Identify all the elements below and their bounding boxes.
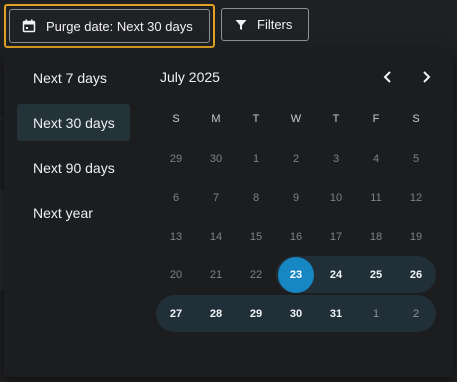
weekday-header: T [252, 113, 260, 125]
date-picker-panel: Next 7 days Next 30 days Next 90 days Ne… [4, 51, 453, 377]
calendar-day[interactable]: 16 [276, 218, 316, 255]
preset-label: Next 90 days [33, 159, 115, 176]
month-title: July 2025 [160, 69, 220, 85]
calendar-day[interactable]: 4 [356, 140, 396, 177]
calendar-day[interactable]: 5 [396, 140, 436, 177]
calendar-day[interactable]: 22 [236, 256, 276, 293]
chevron-right-icon [421, 71, 431, 83]
calendar-day[interactable]: 1 [236, 140, 276, 177]
purge-date-label: Purge date: Next 30 days [46, 18, 193, 34]
preset-next-90-days[interactable]: Next 90 days [17, 149, 130, 186]
selected-day-label: 23 [278, 256, 314, 293]
calendar-day[interactable]: 20 [156, 256, 196, 293]
weekday-header: S [172, 113, 180, 125]
calendar-day[interactable]: 27 [156, 295, 196, 332]
calendar-day[interactable]: 1 [356, 295, 396, 332]
calendar-day[interactable]: 17 [316, 218, 356, 255]
calendar-day[interactable]: 19 [396, 218, 436, 255]
preset-label: Next year [33, 204, 93, 221]
calendar-day[interactable]: 9 [276, 179, 316, 216]
calendar-day[interactable]: 29 [156, 140, 196, 177]
calendar-day[interactable]: 6 [156, 179, 196, 216]
calendar-day[interactable]: 15 [236, 218, 276, 255]
calendar-day[interactable]: 8 [236, 179, 276, 216]
calendar-day[interactable]: 7 [196, 179, 236, 216]
preset-next-7-days[interactable]: Next 7 days [17, 59, 130, 96]
previous-month-button[interactable] [376, 65, 400, 89]
calendar-day[interactable]: 31 [316, 295, 356, 332]
purge-date-button[interactable]: Purge date: Next 30 days [4, 4, 215, 48]
calendar-day[interactable]: 12 [396, 179, 436, 216]
filters-button[interactable]: Filters [221, 8, 309, 41]
next-month-button[interactable] [414, 65, 438, 89]
weekday-header: T [332, 113, 340, 125]
calendar-day[interactable]: 29 [236, 295, 276, 332]
preset-label: Next 7 days [33, 69, 107, 86]
calendar-day[interactable]: 24 [316, 256, 356, 293]
weekday-header: M [211, 113, 221, 125]
weekday-header: W [290, 113, 302, 125]
filter-funnel-icon [235, 19, 247, 31]
calendar-day[interactable]: 18 [356, 218, 396, 255]
calendar-icon [22, 19, 36, 33]
calendar-day-selected[interactable]: 23 [276, 256, 316, 293]
calendar-day[interactable]: 3 [316, 140, 356, 177]
calendar-day[interactable]: 2 [396, 295, 436, 332]
weekday-header: F [372, 113, 380, 125]
weekday-header: S [412, 113, 420, 125]
calendar-day[interactable]: 11 [356, 179, 396, 216]
calendar-day[interactable]: 30 [276, 295, 316, 332]
calendar-day[interactable]: 25 [356, 256, 396, 293]
calendar-day[interactable]: 10 [316, 179, 356, 216]
calendar-day[interactable]: 13 [156, 218, 196, 255]
preset-next-30-days[interactable]: Next 30 days [17, 104, 130, 141]
calendar-day[interactable]: 14 [196, 218, 236, 255]
calendar-day[interactable]: 2 [276, 140, 316, 177]
chevron-left-icon [383, 71, 393, 83]
calendar-day[interactable]: 28 [196, 295, 236, 332]
filters-label: Filters [257, 17, 293, 32]
calendar-day[interactable]: 21 [196, 256, 236, 293]
preset-next-year[interactable]: Next year [17, 194, 130, 231]
preset-label: Next 30 days [33, 114, 115, 131]
calendar-day[interactable]: 30 [196, 140, 236, 177]
calendar-day[interactable]: 26 [396, 256, 436, 293]
